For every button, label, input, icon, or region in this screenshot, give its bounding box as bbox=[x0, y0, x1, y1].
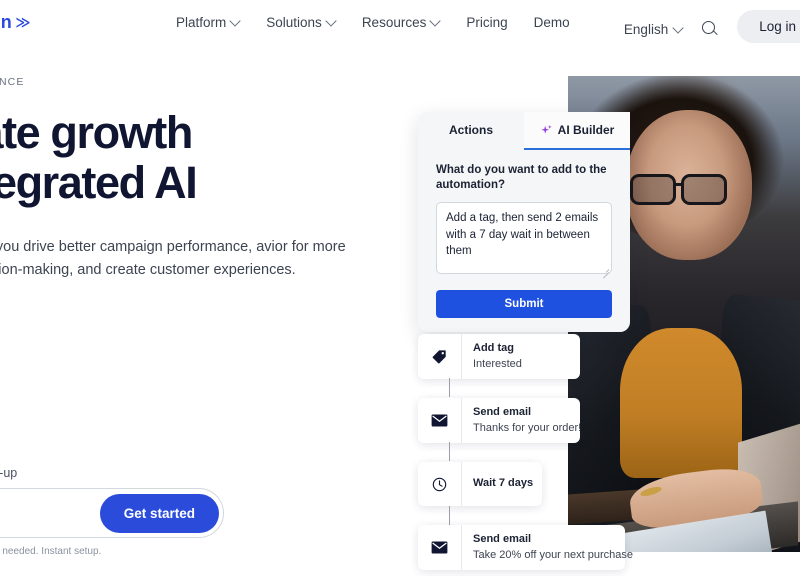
workflow-step-text: Send email Thanks for your order! bbox=[462, 398, 592, 443]
workflow-step-text: Send email Take 20% off your next purcha… bbox=[462, 525, 644, 570]
hero-description: lligence helps you drive better campaign… bbox=[0, 236, 389, 283]
prompt-question: What do you want to add to the automatio… bbox=[436, 164, 607, 191]
workflow-step-add-tag[interactable]: Add tag Interested bbox=[418, 334, 580, 380]
signup-fineprint: omers. No credit card needed. Instant se… bbox=[0, 546, 102, 557]
tab-actions[interactable]: Actions bbox=[418, 112, 524, 150]
workflow-step-text: Wait 7 days bbox=[462, 462, 544, 506]
workflow-step-title: Send email bbox=[473, 533, 532, 546]
brand-logo-text: gn bbox=[0, 12, 12, 32]
panel-tabs: Actions AI Builder bbox=[418, 112, 630, 150]
chevron-down-icon bbox=[674, 24, 683, 33]
hero-description-line-3: customer experiences. bbox=[149, 262, 296, 279]
workflow-node: Send email Thanks for your order! bbox=[418, 398, 630, 462]
tag-icon bbox=[418, 334, 462, 380]
workflow-node: Wait 7 days bbox=[418, 462, 630, 526]
envelope-icon bbox=[418, 398, 462, 444]
nav-utility-group: English Log in bbox=[624, 10, 800, 43]
chevron-down-icon bbox=[327, 17, 336, 26]
nav-item-solutions-label: Solutions bbox=[266, 15, 322, 30]
nav-item-solutions[interactable]: Solutions bbox=[266, 15, 336, 30]
tab-actions-label: Actions bbox=[448, 123, 493, 137]
email-signup-form: Get started bbox=[0, 488, 224, 538]
submit-button[interactable]: Submit bbox=[436, 289, 612, 318]
ai-builder-panel: Actions AI Builder What do you want to a… bbox=[418, 112, 630, 332]
brand-chevron-icon: ≫ bbox=[15, 13, 31, 32]
workflow-step-wait[interactable]: Wait 7 days bbox=[418, 462, 544, 507]
workflow-step-subtitle: Interested bbox=[473, 357, 522, 370]
workflow-step-title: Send email bbox=[473, 406, 532, 419]
workflow-step-title: Add tag bbox=[473, 342, 514, 354]
language-selector-label: English bbox=[623, 21, 669, 37]
search-icon[interactable] bbox=[701, 20, 719, 38]
workflow-node: Send email Take 20% off your next purcha… bbox=[418, 525, 633, 571]
login-button[interactable]: Log in bbox=[737, 10, 800, 43]
tab-ai-builder[interactable]: AI Builder bbox=[524, 112, 630, 150]
nav-item-resources-label: Resources bbox=[361, 15, 427, 30]
hero-eyebrow: CIAL INTELLIGENCE bbox=[0, 76, 25, 88]
envelope-icon bbox=[418, 525, 462, 571]
workflow-step-title: Wait 7 days bbox=[473, 477, 534, 490]
nav-item-demo[interactable]: Demo bbox=[534, 15, 570, 30]
tab-ai-builder-label: AI Builder bbox=[557, 123, 615, 137]
clock-icon bbox=[418, 462, 462, 507]
hero-content: CIAL INTELLIGENCE elerate growth n integ… bbox=[0, 76, 404, 557]
chevron-down-icon bbox=[431, 17, 440, 26]
photo-glasses-bridge bbox=[676, 183, 683, 187]
workflow-step-text: Add tag Interested bbox=[462, 334, 533, 379]
headline-line-1: elerate growth bbox=[0, 107, 193, 158]
workflow-step-send-email-2[interactable]: Send email Take 20% off your next purcha… bbox=[418, 525, 633, 571]
nav-item-pricing-label: Pricing bbox=[466, 15, 508, 30]
page-title: elerate growth n integrated AI bbox=[0, 108, 404, 207]
prompt-textarea[interactable] bbox=[436, 201, 612, 274]
chevron-down-icon bbox=[231, 17, 240, 26]
brand-logo[interactable]: gn ≫ bbox=[0, 12, 32, 33]
automation-workflow: Add tag Interested Send email Thanks for… bbox=[418, 334, 633, 576]
main-nav-links: Platform Solutions Resources Pricing Dem… bbox=[176, 15, 570, 30]
sparkle-icon bbox=[540, 124, 553, 137]
prompt-input-wrapper bbox=[436, 201, 612, 279]
top-navigation-bar: gn ≫ Platform Solutions Resources Pricin… bbox=[0, 0, 800, 48]
photo-glasses-left bbox=[630, 174, 676, 205]
nav-item-demo-label: Demo bbox=[533, 15, 570, 30]
nav-item-pricing[interactable]: Pricing bbox=[466, 15, 507, 30]
workflow-connector bbox=[449, 506, 450, 526]
workflow-step-subtitle: Thanks for your order! bbox=[473, 421, 582, 434]
workflow-connector bbox=[449, 378, 450, 397]
email-field[interactable] bbox=[0, 505, 100, 521]
workflow-step-subtitle: Take 20% off your next purchase bbox=[473, 548, 634, 561]
get-started-button[interactable]: Get started bbox=[99, 493, 219, 533]
signup-label: al with email sign-up bbox=[0, 466, 18, 480]
nav-item-platform[interactable]: Platform bbox=[176, 15, 240, 30]
headline-line-2: n integrated AI bbox=[0, 156, 198, 208]
photo-glasses-right bbox=[681, 174, 727, 205]
workflow-connector bbox=[449, 442, 450, 462]
photo-sweater bbox=[620, 328, 742, 478]
workflow-node: Add tag Interested bbox=[418, 334, 630, 397]
language-selector[interactable]: English bbox=[624, 17, 683, 37]
nav-item-resources[interactable]: Resources bbox=[362, 15, 441, 30]
hero-description-line-1: lligence helps you drive better campaign… bbox=[0, 239, 253, 255]
workflow-step-send-email-1[interactable]: Send email Thanks for your order! bbox=[418, 398, 581, 444]
nav-item-platform-label: Platform bbox=[176, 15, 227, 30]
